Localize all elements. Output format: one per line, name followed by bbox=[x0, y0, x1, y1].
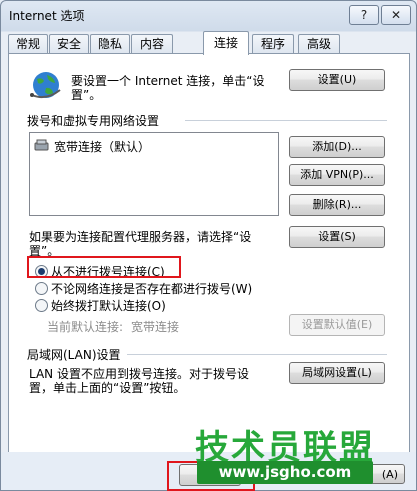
lan-heading: 局域网(LAN)设置 bbox=[27, 348, 121, 362]
radio-always-dial[interactable] bbox=[35, 299, 48, 312]
dialup-connection-icon bbox=[34, 139, 49, 151]
settings-button[interactable]: 设置(S) bbox=[289, 226, 385, 248]
close-icon: ✕ bbox=[390, 8, 402, 22]
title-bar: Internet 选项 ? ✕ bbox=[1, 1, 416, 29]
proxy-text: 如果要为连接配置代理服务器，请选择“设 bbox=[29, 230, 252, 244]
tab-general[interactable]: 常规 bbox=[8, 34, 48, 54]
setup-button[interactable]: 设置(U) bbox=[289, 69, 385, 91]
tab-programs[interactable]: 程序 bbox=[252, 34, 294, 54]
add-vpn-button[interactable]: 添加 VPN(P)... bbox=[289, 164, 385, 186]
highlight-box bbox=[27, 256, 181, 278]
divider bbox=[185, 120, 387, 121]
radio-dial-whenever[interactable] bbox=[35, 282, 48, 295]
list-item-label: 宽带连接（默认） bbox=[54, 140, 151, 154]
close-button[interactable]: ✕ bbox=[381, 5, 411, 25]
connections-panel: 要设置一个 Internet 连接，单击“设 置”。 设置(U) 拨号和虚拟专用… bbox=[8, 53, 410, 453]
help-button[interactable]: ? bbox=[349, 5, 379, 25]
watermark-url: www.jsgho.com bbox=[197, 461, 373, 484]
tab-connections[interactable]: 连接 bbox=[203, 31, 249, 55]
tab-content[interactable]: 内容 bbox=[131, 34, 173, 54]
set-default-button[interactable]: 设置默认值(E) bbox=[289, 314, 385, 336]
connections-list[interactable]: 宽带连接（默认） bbox=[29, 132, 279, 216]
radio-always-dial-label[interactable]: 始终拨打默认连接(O) bbox=[51, 297, 166, 314]
divider bbox=[127, 354, 387, 355]
internet-options-dialog: Internet 选项 ? ✕ 常规 安全 隐私 内容 连接 程序 高级 要设置… bbox=[0, 0, 417, 491]
tab-privacy[interactable]: 隐私 bbox=[90, 34, 130, 54]
remove-button[interactable]: 删除(R)... bbox=[289, 194, 385, 216]
globe-network-icon bbox=[30, 72, 61, 99]
radio-dial-whenever-label[interactable]: 不论网络连接是否存在都进行拨号(W) bbox=[51, 280, 252, 297]
lan-settings-button[interactable]: 局域网设置(L) bbox=[289, 362, 385, 384]
dialup-heading: 拨号和虚拟专用网络设置 bbox=[27, 114, 160, 128]
tab-advanced[interactable]: 高级 bbox=[298, 34, 340, 54]
current-default-value: 宽带连接 bbox=[131, 320, 180, 334]
lan-text-cont: 置，单击上面的“设置”按钮。 bbox=[29, 381, 186, 395]
window-title: Internet 选项 bbox=[9, 9, 85, 23]
setup-text-cont: 置”。 bbox=[71, 88, 102, 102]
current-default-label: 当前默认连接: bbox=[47, 320, 124, 334]
tab-security[interactable]: 安全 bbox=[49, 34, 89, 54]
add-button[interactable]: 添加(D)... bbox=[289, 136, 385, 158]
